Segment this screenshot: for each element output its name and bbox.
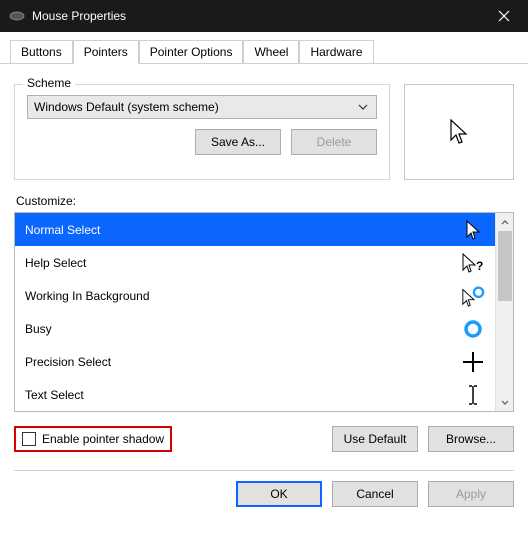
enable-shadow-checkbox[interactable] <box>22 432 36 446</box>
scheme-legend: Scheme <box>23 76 75 90</box>
chevron-down-icon <box>501 400 509 405</box>
list-item-label: Working In Background <box>25 289 150 303</box>
working-cursor-icon <box>461 285 485 307</box>
tab-buttons[interactable]: Buttons <box>10 40 73 63</box>
list-item-label: Normal Select <box>25 223 100 237</box>
help-cursor-icon: ? <box>461 252 485 274</box>
list-item-working-bg[interactable]: Working In Background <box>15 279 495 312</box>
close-button[interactable] <box>484 0 524 32</box>
enable-shadow-label: Enable pointer shadow <box>42 432 164 446</box>
arrow-cursor-icon <box>461 219 485 241</box>
ok-button[interactable]: OK <box>236 481 322 507</box>
cursor-preview <box>404 84 514 180</box>
list-item-text[interactable]: Text Select <box>15 378 495 411</box>
text-cursor-icon <box>461 384 485 406</box>
list-item-normal-select[interactable]: Normal Select <box>15 213 495 246</box>
svg-text:?: ? <box>476 259 483 273</box>
scheme-group: Scheme Windows Default (system scheme) S… <box>14 84 390 180</box>
tab-pointer-options[interactable]: Pointer Options <box>139 40 244 63</box>
panel-pointers: Scheme Windows Default (system scheme) S… <box>0 64 528 471</box>
scroll-thumb[interactable] <box>498 231 512 301</box>
list-item-precision[interactable]: Precision Select <box>15 345 495 378</box>
tab-wheel[interactable]: Wheel <box>243 40 299 63</box>
apply-button: Apply <box>428 481 514 507</box>
enable-shadow-highlight: Enable pointer shadow <box>14 426 172 452</box>
mouse-icon <box>8 7 26 25</box>
busy-cursor-icon <box>461 319 485 339</box>
tab-pointers[interactable]: Pointers <box>73 40 139 64</box>
mouse-properties-window: Mouse Properties Buttons Pointers Pointe… <box>0 0 528 554</box>
chevron-up-icon <box>501 220 509 225</box>
listbox-scrollbar[interactable] <box>495 213 513 411</box>
list-item-help-select[interactable]: Help Select ? <box>15 246 495 279</box>
list-item-label: Text Select <box>25 388 84 402</box>
cancel-button[interactable]: Cancel <box>332 481 418 507</box>
save-as-button[interactable]: Save As... <box>195 129 281 155</box>
delete-button: Delete <box>291 129 377 155</box>
close-icon <box>498 10 510 22</box>
window-title: Mouse Properties <box>32 9 484 23</box>
divider <box>14 470 514 471</box>
tab-hardware[interactable]: Hardware <box>299 40 373 63</box>
scroll-up-button[interactable] <box>496 213 513 231</box>
cursor-listbox: Normal Select Help Select ? Working In B… <box>14 212 514 412</box>
titlebar: Mouse Properties <box>0 0 528 32</box>
precision-cursor-icon <box>461 351 485 373</box>
scheme-dropdown[interactable]: Windows Default (system scheme) <box>27 95 377 119</box>
chevron-down-icon <box>356 104 370 110</box>
arrow-cursor-icon <box>449 118 469 146</box>
scroll-down-button[interactable] <box>496 393 513 411</box>
customize-label: Customize: <box>16 194 514 208</box>
scheme-selected: Windows Default (system scheme) <box>34 100 219 114</box>
list-item-label: Help Select <box>25 256 86 270</box>
list-item-label: Precision Select <box>25 355 111 369</box>
dialog-footer: OK Cancel Apply <box>0 481 528 519</box>
use-default-button[interactable]: Use Default <box>332 426 418 452</box>
list-item-label: Busy <box>25 322 52 336</box>
list-item-busy[interactable]: Busy <box>15 312 495 345</box>
browse-button[interactable]: Browse... <box>428 426 514 452</box>
tab-strip: Buttons Pointers Pointer Options Wheel H… <box>0 32 528 64</box>
